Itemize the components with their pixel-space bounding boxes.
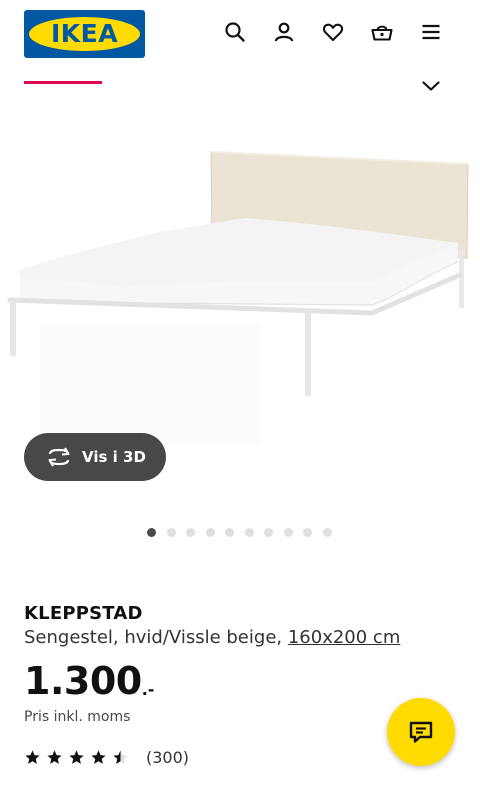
chat-icon [409, 721, 433, 743]
product-image[interactable] [0, 110, 480, 450]
product-name: KLEPPSTAD [24, 603, 143, 624]
star-full-icon [25, 750, 40, 764]
carousel-dot[interactable] [264, 528, 273, 537]
active-tab-indicator [24, 81, 102, 84]
size-link[interactable]: 160x200 cm [288, 627, 401, 648]
user-icon[interactable] [268, 16, 300, 48]
image-carousel-dots [0, 528, 480, 538]
carousel-dot[interactable] [167, 528, 176, 537]
product-price: 1.300 .- [24, 656, 154, 706]
chat-button[interactable] [387, 698, 455, 766]
menu-icon[interactable] [415, 16, 447, 48]
carousel-dot[interactable] [284, 528, 293, 537]
carousel-dot[interactable] [147, 528, 156, 537]
carousel-dot[interactable] [225, 528, 234, 537]
search-icon[interactable] [219, 16, 251, 48]
chevron-down-icon[interactable] [419, 74, 443, 98]
view-in-3d-button[interactable]: Vis i 3D [24, 433, 166, 481]
logo-text: IKEA [50, 19, 119, 48]
star-full-icon [47, 750, 62, 764]
header: IKEA [0, 0, 480, 70]
ikea-logo[interactable]: IKEA [24, 10, 145, 58]
star-half-icon [113, 750, 128, 764]
view-in-3d-label: Vis i 3D [82, 448, 146, 466]
basket-icon[interactable] [366, 16, 398, 48]
carousel-dot[interactable] [206, 528, 215, 537]
star-full-icon [91, 750, 106, 764]
carousel-dot[interactable] [186, 528, 195, 537]
star-full-icon [69, 750, 84, 764]
carousel-dot[interactable] [245, 528, 254, 537]
rating-stars [24, 749, 134, 766]
rotate-3d-icon [48, 447, 70, 467]
heart-icon[interactable] [317, 16, 349, 48]
review-count[interactable]: (300) [146, 748, 189, 767]
price-note: Pris inkl. moms [24, 709, 131, 725]
price-amount: 1.300 [24, 659, 142, 703]
carousel-dot[interactable] [323, 528, 332, 537]
product-description-text: Sengestel, hvid/Vissle beige, [24, 627, 288, 648]
price-suffix: .- [141, 680, 155, 699]
product-description: Sengestel, hvid/Vissle beige, 160x200 cm [24, 627, 400, 648]
carousel-dot[interactable] [303, 528, 312, 537]
product-rating[interactable]: (300) [24, 748, 189, 767]
